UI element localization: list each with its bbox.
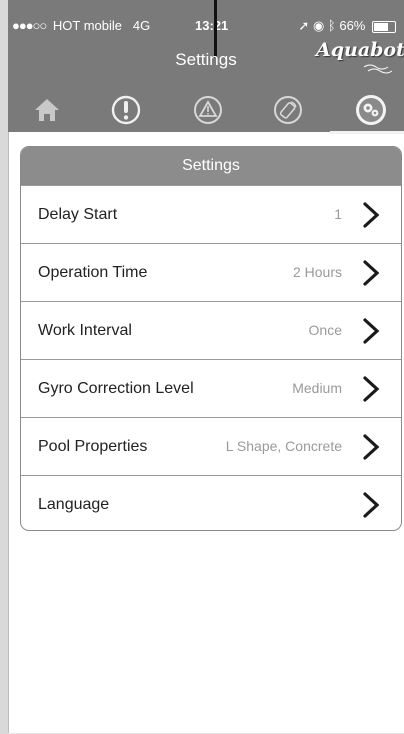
setting-value: 2 Hours <box>292 264 342 280</box>
battery-percent: 66% <box>339 18 366 33</box>
status-right: ➚ ◉ ᛒ 66% <box>298 18 396 34</box>
chevron-right-icon <box>363 260 380 286</box>
setting-label: Work Interval <box>38 322 132 339</box>
chevron-right-icon <box>363 376 380 402</box>
setting-row-language[interactable]: Language <box>21 475 401 530</box>
tab-bar <box>8 88 404 132</box>
tab-home[interactable] <box>25 88 69 132</box>
gears-icon <box>356 95 386 125</box>
status-bar: ●●●○○ HOT mobile 4G 13:21 ➚ ◉ ᛒ 66% <box>8 0 404 44</box>
setting-row-pool-properties[interactable]: Pool Properties L Shape, Concrete <box>21 417 401 475</box>
panel-title: Settings <box>21 147 401 185</box>
setting-row-delay-start[interactable]: Delay Start 1 <box>21 185 401 243</box>
remote-control-icon <box>274 96 302 124</box>
left-edge-strip <box>0 0 8 734</box>
setting-label: Gyro Correction Level <box>38 380 194 397</box>
setting-value: Once <box>308 322 342 338</box>
status-time: 13:21 <box>195 18 229 33</box>
setting-label: Language <box>38 496 110 513</box>
app-screen: ●●●○○ HOT mobile 4G 13:21 ➚ ◉ ᛒ 66% Sett… <box>0 0 404 734</box>
settings-panel: Settings Delay Start 1 Operation Time 2 … <box>20 146 402 531</box>
aquabot-logo: Aquabot <box>316 39 404 75</box>
setting-value: Medium <box>292 380 342 396</box>
tab-remote[interactable] <box>266 88 310 132</box>
setting-row-operation-time[interactable]: Operation Time 2 Hours <box>21 243 401 301</box>
bluetooth-icon: ᛒ <box>327 18 336 33</box>
warning-triangle-icon <box>194 96 222 124</box>
carrier-name: HOT mobile <box>52 18 123 33</box>
setting-label: Delay Start <box>38 206 118 223</box>
battery-icon <box>372 20 396 33</box>
home-icon <box>35 99 59 121</box>
status-carrier: ●●●○○ HOT mobile 4G <box>12 18 150 33</box>
active-tab-indicator <box>330 131 404 134</box>
setting-value: L Shape, Concrete <box>225 438 342 454</box>
alarm-icon: ◉ <box>312 18 325 33</box>
tab-warnings[interactable] <box>186 88 230 132</box>
exclamation-circle-icon <box>111 95 141 125</box>
setting-row-gyro-correction-level[interactable]: Gyro Correction Level Medium <box>21 359 401 417</box>
setting-value: 1 <box>334 206 342 222</box>
setting-label: Operation Time <box>38 264 148 281</box>
network-type: 4G <box>132 18 151 33</box>
signal-strength-icon: ●●●○○ <box>12 18 47 33</box>
setting-label: Pool Properties <box>38 438 148 455</box>
location-arrow-icon: ➚ <box>298 18 310 33</box>
logo-wave-icon <box>363 64 393 74</box>
chevron-right-icon <box>363 434 380 460</box>
tab-settings[interactable] <box>349 88 393 132</box>
tab-alerts[interactable] <box>104 88 148 132</box>
chevron-right-icon <box>363 202 380 228</box>
chevron-right-icon <box>363 318 380 344</box>
chevron-right-icon <box>363 492 380 518</box>
setting-row-work-interval[interactable]: Work Interval Once <box>21 301 401 359</box>
